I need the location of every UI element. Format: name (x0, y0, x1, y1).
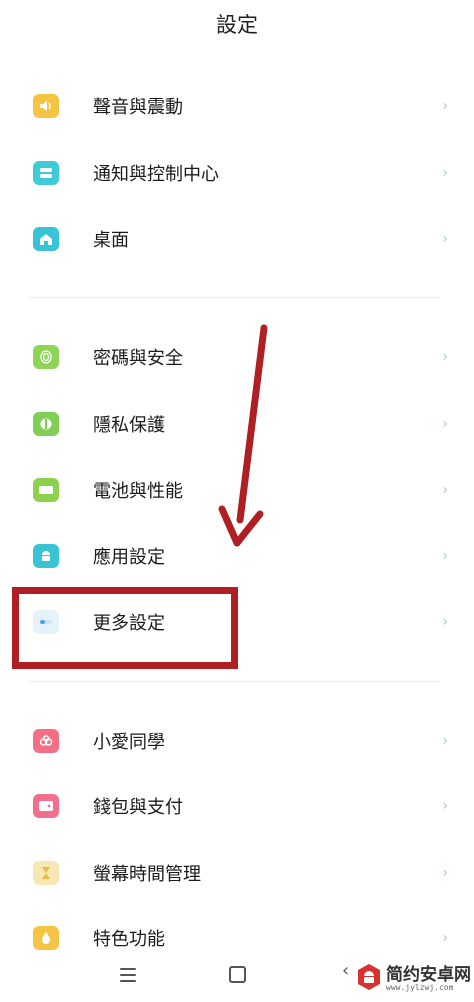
watermark-url: www.jylzwj.com (386, 983, 454, 992)
menu-icon[interactable] (120, 968, 136, 986)
watermark: 简约安卓网 www.jylzwj.com (356, 960, 474, 996)
home-button-icon[interactable] (229, 966, 246, 983)
watermark-text: 简约安卓网 (386, 965, 471, 985)
annotation-highlight-box (12, 587, 238, 669)
annotation-arrow (218, 324, 268, 547)
back-icon[interactable]: ‹ (342, 960, 349, 981)
watermark-logo-icon (358, 964, 380, 990)
